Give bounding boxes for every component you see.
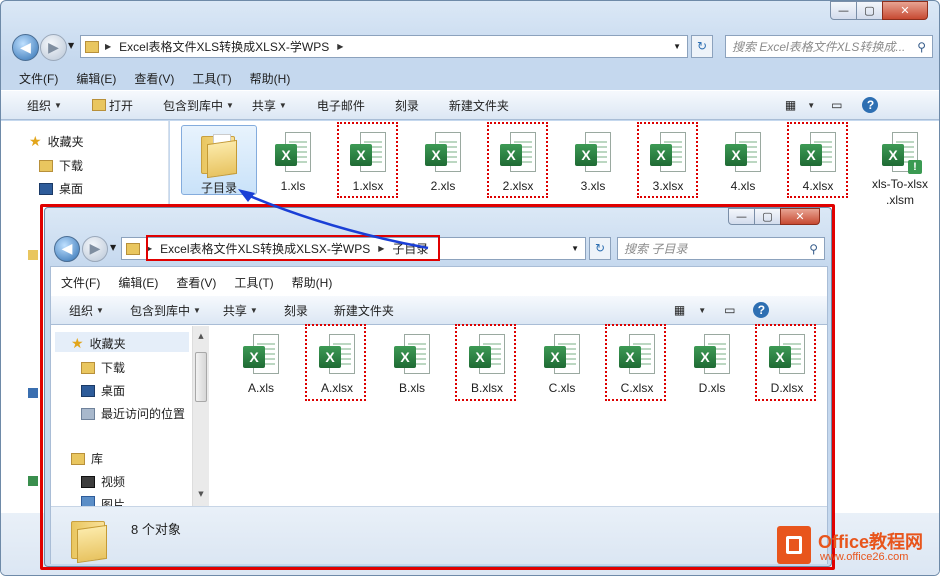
office-logo xyxy=(777,526,811,564)
watermark-url: www.office26.com xyxy=(820,551,909,563)
logo-inner-square xyxy=(786,536,802,554)
annotation-arrow xyxy=(238,189,429,250)
